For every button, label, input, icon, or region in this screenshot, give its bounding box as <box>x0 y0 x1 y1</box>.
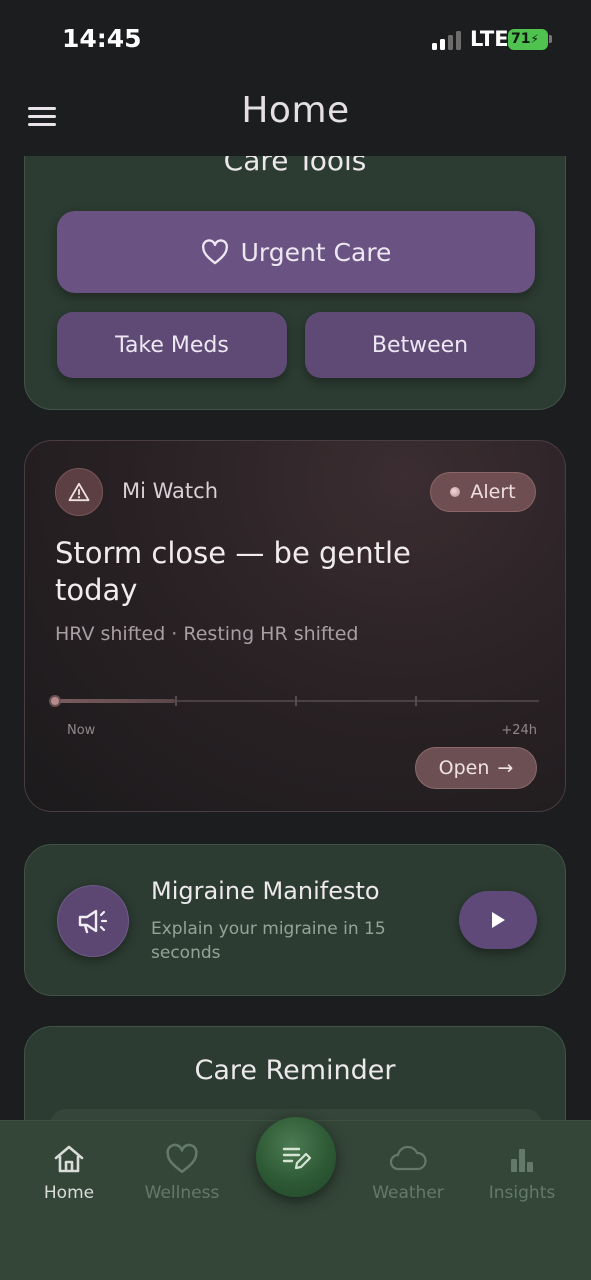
open-button[interactable]: Open → <box>415 747 537 789</box>
home-scroll-area[interactable]: Care Tools Urgent Care Take Meds Between… <box>0 156 591 1120</box>
nav-insights-label: Insights <box>488 1183 556 1203</box>
megaphone-icon <box>78 909 108 934</box>
urgent-care-label: Urgent Care <box>240 237 392 267</box>
care-reminder-card: Care Reminder <box>24 1026 566 1120</box>
timeline-tick <box>415 696 417 706</box>
timeline-start-label: Now <box>67 723 96 738</box>
nav-insights[interactable]: Insights <box>467 1143 577 1203</box>
alert-label: Alert <box>470 481 516 503</box>
manifesto-title: Migraine Manifesto <box>151 877 380 905</box>
nav-wellness-label: Wellness <box>144 1183 220 1203</box>
open-label: Open <box>438 757 490 779</box>
nav-home-label: Home <box>43 1183 95 1203</box>
take-meds-button[interactable]: Take Meds <box>57 312 287 378</box>
watch-source-label: Mi Watch <box>122 479 219 503</box>
signal-strength-icon <box>432 30 464 50</box>
manifesto-subtitle: Explain your migraine in 15 seconds <box>151 919 386 963</box>
between-label: Between <box>371 332 469 358</box>
timeline-tick <box>295 696 297 706</box>
warning-badge <box>55 468 103 516</box>
timeline-now-marker <box>49 695 61 707</box>
take-meds-label: Take Meds <box>115 332 229 358</box>
forecast-timeline <box>47 691 539 711</box>
care-tools-title: Care Tools <box>223 156 367 177</box>
timeline-tick <box>175 696 177 706</box>
status-bar: 14:45 LTE 71⚡ <box>0 0 591 80</box>
network-type: LTE <box>470 27 509 51</box>
page-title: Home <box>241 90 350 131</box>
storm-subtitle: HRV shifted · Resting HR shifted <box>55 623 359 645</box>
heart-icon <box>166 1143 198 1174</box>
warning-icon <box>68 482 90 502</box>
play-button[interactable] <box>459 891 537 949</box>
bar-chart-icon <box>511 1149 533 1172</box>
arrow-right-icon: → <box>497 757 514 779</box>
nav-home[interactable]: Home <box>14 1143 124 1203</box>
battery-level: 71 <box>511 31 531 47</box>
timeline-progress <box>55 699 175 703</box>
alert-dot-icon <box>450 487 461 497</box>
between-button[interactable]: Between <box>305 312 535 378</box>
nav-wellness[interactable]: Wellness <box>127 1143 237 1203</box>
app-header: Home <box>0 80 591 156</box>
home-icon <box>54 1145 84 1173</box>
migraine-manifesto-card[interactable]: Migraine Manifesto Explain your migraine… <box>24 844 566 996</box>
status-time: 14:45 <box>62 24 142 53</box>
bottom-nav: Home Wellness Weather Insights <box>0 1117 591 1280</box>
alert-badge[interactable]: Alert <box>430 472 536 512</box>
storm-headline: Storm close — be gentle today <box>55 536 411 607</box>
play-icon <box>492 912 505 928</box>
megaphone-badge <box>57 885 129 957</box>
cloud-icon <box>389 1145 427 1171</box>
care-tools-card: Care Tools Urgent Care Take Meds Between <box>24 156 566 410</box>
battery-icon: 71⚡ <box>508 29 548 50</box>
journal-edit-icon <box>282 1147 312 1170</box>
timeline-end-label: +24h <box>501 723 537 738</box>
nav-weather[interactable]: Weather <box>353 1143 463 1203</box>
care-reminder-title: Care Reminder <box>194 1055 396 1086</box>
heart-icon <box>201 239 228 265</box>
urgent-care-button[interactable]: Urgent Care <box>57 211 535 293</box>
battery-cap <box>549 35 552 43</box>
nav-weather-label: Weather <box>372 1183 444 1203</box>
journal-fab-button[interactable] <box>256 1117 336 1197</box>
mi-watch-card[interactable]: Mi Watch Alert Storm close — be gentle t… <box>24 440 566 812</box>
